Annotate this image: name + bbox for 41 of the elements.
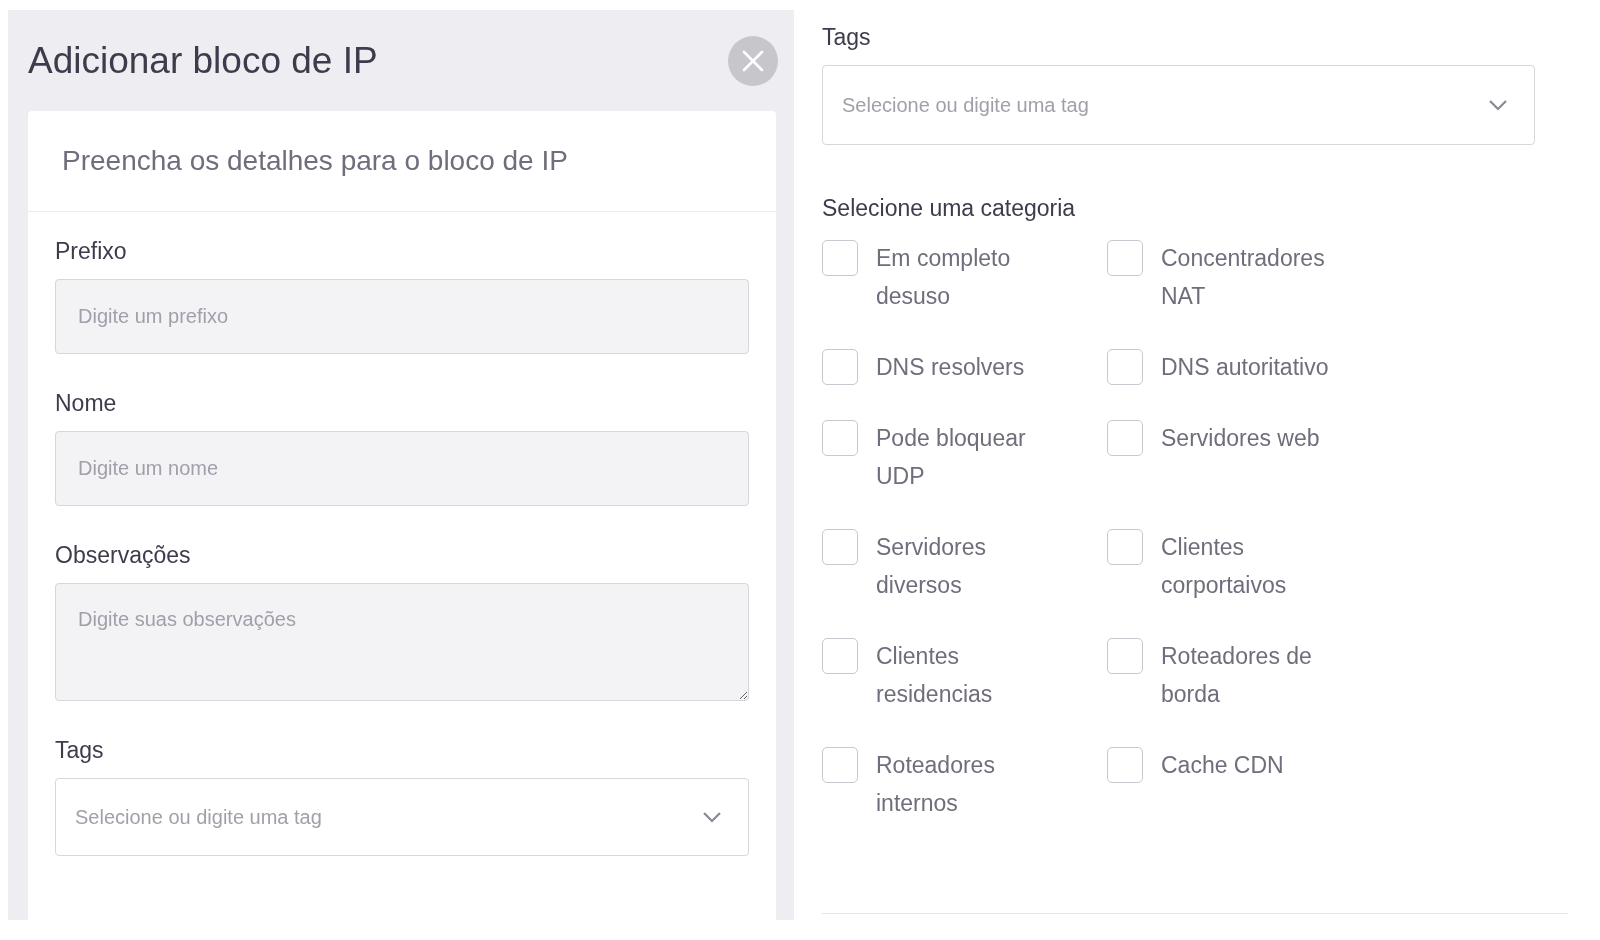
close-icon xyxy=(742,49,764,72)
field-label: Prefixo xyxy=(55,238,128,265)
checkbox-label: Clientes residencias xyxy=(876,642,994,709)
checkbox[interactable] xyxy=(822,747,858,783)
checkbox[interactable] xyxy=(822,240,858,276)
checkbox[interactable] xyxy=(1107,420,1143,456)
checkbox[interactable] xyxy=(822,529,858,565)
checkbox-label: DNS autoritativo xyxy=(1161,353,1330,382)
checkbox-label: Roteadores de borda xyxy=(1161,642,1313,709)
notes-field[interactable]: Digite suas observações xyxy=(55,583,749,701)
chevron-down-icon xyxy=(702,811,722,823)
field-label: Observações xyxy=(55,542,192,569)
text-field[interactable]: Digite um prefixo xyxy=(55,279,749,354)
checkbox[interactable] xyxy=(822,638,858,674)
tag-select[interactable]: Selecione ou digite uma tag xyxy=(822,65,1535,145)
checkbox[interactable] xyxy=(1107,240,1143,276)
checkbox-label: Servidores diversos xyxy=(876,533,987,600)
tag-select[interactable]: Selecione ou digite uma tag xyxy=(55,778,749,856)
checkbox[interactable] xyxy=(1107,529,1143,565)
checkbox-label: Em completo desuso xyxy=(876,244,1012,311)
checkbox-label: Concentradores NAT xyxy=(1161,244,1326,311)
checkbox[interactable] xyxy=(822,420,858,456)
field-label: Tags xyxy=(822,24,872,51)
field-label: Nome xyxy=(55,390,118,417)
checkbox[interactable] xyxy=(1107,747,1143,783)
checkbox[interactable] xyxy=(1107,638,1143,674)
close-button[interactable] xyxy=(728,35,778,86)
field-label: Tags xyxy=(55,737,105,764)
checkbox-label: DNS resolvers xyxy=(876,353,1026,382)
modal-title: Adicionar bloco de IP xyxy=(28,39,378,82)
category-label: Selecione uma categoria xyxy=(822,195,1077,222)
checkbox-label: Servidores web xyxy=(1161,424,1321,453)
card-heading: Preencha os detalhes para o bloco de IP xyxy=(62,145,568,177)
checkbox[interactable] xyxy=(1107,349,1143,385)
checkbox-label: Roteadores internos xyxy=(876,751,996,818)
checkbox-label: Clientes corportaivos xyxy=(1161,533,1288,600)
checkbox-label: Cache CDN xyxy=(1161,751,1285,780)
chevron-down-icon xyxy=(1488,99,1508,111)
text-field[interactable]: Digite um nome xyxy=(55,431,749,506)
checkbox-label: Pode bloquear UDP xyxy=(876,424,1027,491)
checkbox[interactable] xyxy=(822,349,858,385)
